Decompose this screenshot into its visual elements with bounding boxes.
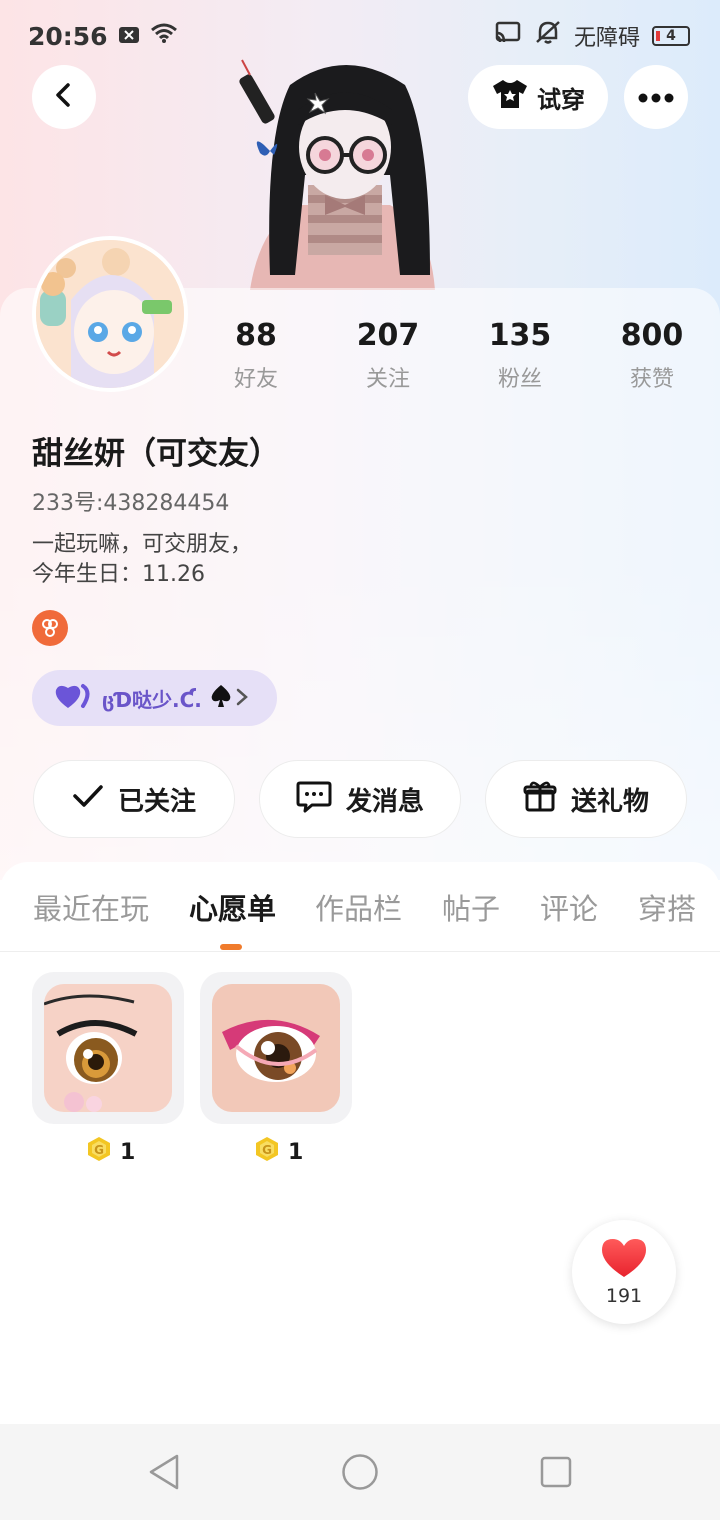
double-heart-icon — [54, 682, 94, 715]
wishlist-item-price: G 1 — [86, 1136, 135, 1168]
wishlist-item-thumbnail — [212, 984, 340, 1112]
profile-tabs: 最近在玩 心愿单 作品栏 帖子 评论 穿搭 — [0, 862, 720, 952]
wifi-icon — [150, 22, 178, 50]
wishlist-item[interactable] — [200, 972, 352, 1124]
send-gift-label: 送礼物 — [570, 786, 649, 817]
send-message-button[interactable]: 发消息 — [259, 760, 461, 838]
more-options-button[interactable] — [624, 65, 688, 129]
chat-bubble-icon — [296, 779, 332, 820]
stat-value: 88 — [235, 318, 277, 353]
stat-label: 好友 — [233, 367, 278, 392]
stat-label: 粉丝 — [497, 367, 542, 392]
stat-value: 135 — [488, 318, 552, 353]
stat-label: 关注 — [365, 367, 410, 392]
following-label: 已关注 — [117, 786, 196, 817]
stat-friends[interactable]: 88 好友 — [190, 318, 322, 393]
tab-wishlist[interactable]: 心愿单 — [189, 886, 276, 928]
tshirt-icon — [491, 78, 529, 116]
stat-fans[interactable]: 135 粉丝 — [454, 318, 586, 393]
svg-text:G: G — [94, 1143, 104, 1157]
circle-home-icon — [342, 1454, 378, 1490]
square-recents-icon — [540, 1456, 572, 1488]
like-button[interactable]: 191 — [572, 1220, 676, 1324]
system-navigation-bar — [0, 1424, 720, 1520]
more-dots-icon — [638, 88, 674, 107]
like-count: 191 — [605, 1285, 643, 1307]
try-on-label: 试穿 — [537, 85, 585, 114]
tab-comments[interactable]: 评论 — [540, 886, 598, 928]
tab-works[interactable]: 作品栏 — [315, 886, 402, 928]
profile-avatar[interactable] — [32, 236, 188, 392]
avatar-image — [36, 240, 184, 388]
accessibility-label: 无障碍 — [573, 26, 640, 51]
tab-outfits[interactable]: 穿搭 — [638, 886, 696, 928]
status-time: 20:56 — [28, 21, 108, 51]
wishlist-item-price: G 1 — [254, 1136, 303, 1168]
wishlist-item-thumbnail — [44, 984, 172, 1112]
battery-icon: 4 — [652, 26, 690, 46]
check-icon — [72, 783, 104, 816]
svg-text:G: G — [262, 1143, 272, 1157]
group-badge-icon[interactable] — [32, 610, 68, 646]
coin-icon: G — [86, 1136, 112, 1168]
price-value: 1 — [288, 1139, 304, 1165]
spade-icon — [210, 684, 232, 713]
wishlist-item[interactable] — [32, 972, 184, 1124]
bio-line: 今年生日：11.26 — [32, 562, 205, 587]
chevron-left-icon — [51, 82, 77, 112]
heart-icon — [600, 1237, 648, 1283]
chevron-right-icon — [235, 684, 249, 715]
couple-tag-name: ცƊ哒少.Ƈ. — [102, 687, 202, 712]
profile-uid: 233号:438284454 — [32, 491, 230, 516]
bio-line: 一起玩嘛，可交朋友， — [32, 532, 253, 557]
nav-back-button[interactable] — [140, 1448, 188, 1496]
gift-icon — [523, 780, 557, 819]
avatar-character-illustration — [239, 59, 435, 290]
active-tab-indicator — [220, 944, 242, 950]
send-message-label: 发消息 — [345, 786, 424, 817]
try-on-button[interactable]: 试穿 — [468, 65, 608, 129]
triangle-back-icon — [149, 1454, 179, 1490]
couple-tag[interactable]: ცƊ哒少.Ƈ. — [32, 670, 277, 726]
tab-posts[interactable]: 帖子 — [442, 886, 500, 928]
stat-following[interactable]: 207 关注 — [322, 318, 454, 393]
stat-value: 207 — [356, 318, 420, 353]
stat-value: 800 — [620, 318, 684, 353]
profile-stats: 88 好友 207 关注 135 粉丝 800 获赞 — [190, 318, 720, 393]
stat-likes[interactable]: 800 获赞 — [586, 318, 718, 393]
nav-recents-button[interactable] — [532, 1448, 580, 1496]
send-gift-button[interactable]: 送礼物 — [485, 760, 687, 838]
following-button[interactable]: 已关注 — [33, 760, 235, 838]
tab-recently-played[interactable]: 最近在玩 — [33, 886, 149, 928]
coin-icon: G — [254, 1136, 280, 1168]
notification-icon — [118, 22, 140, 50]
nav-home-button[interactable] — [336, 1448, 384, 1496]
profile-bio: 一起玩嘛，可交朋友， 今年生日：11.26 — [32, 530, 252, 590]
back-button[interactable] — [32, 65, 96, 129]
price-value: 1 — [120, 1139, 136, 1165]
stat-label: 获赞 — [629, 367, 674, 392]
cast-icon — [494, 21, 522, 51]
profile-nickname: 甜丝妍（可交友） — [32, 436, 280, 472]
mute-bell-icon — [534, 20, 562, 52]
